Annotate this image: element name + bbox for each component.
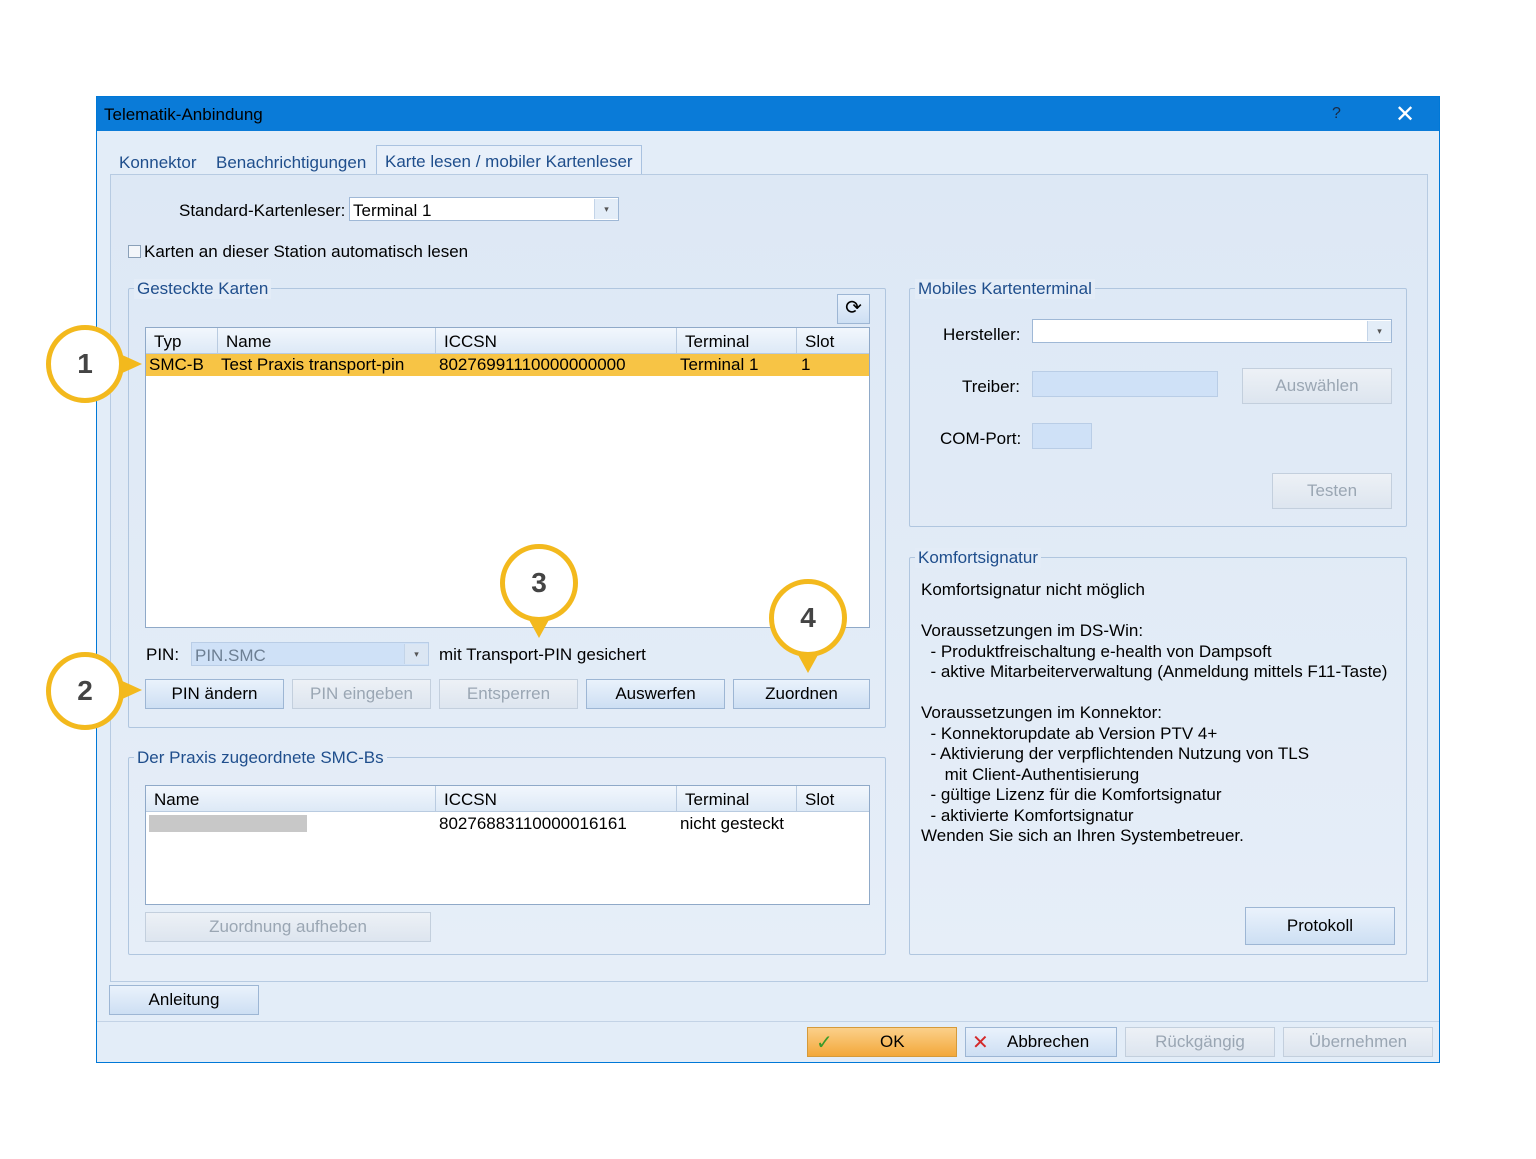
chevron-down-icon: ▾ bbox=[594, 199, 618, 219]
comfort-signature-text: Komfortsignatur nicht möglich Voraussetz… bbox=[921, 580, 1401, 847]
comfort-line bbox=[921, 601, 1401, 622]
apply-button[interactable]: Übernehmen bbox=[1283, 1027, 1433, 1057]
inserted-cards-title: Gesteckte Karten bbox=[134, 279, 272, 299]
protocol-button[interactable]: Protokoll bbox=[1245, 907, 1395, 945]
com-port-label: COM-Port: bbox=[940, 429, 1022, 448]
assigned-smcb-table[interactable]: Name ICCSN Terminal Slot 802768831100000… bbox=[145, 785, 870, 905]
cell-typ: SMC-B bbox=[149, 355, 204, 374]
help-icon[interactable]: ? bbox=[1332, 105, 1341, 123]
cell-iccsn: 80276991110000000000 bbox=[439, 355, 626, 374]
refresh-icon: ⟳ bbox=[845, 297, 862, 319]
unlock-button[interactable]: Entsperren bbox=[439, 679, 578, 709]
col-header-iccsn[interactable]: ICCSN bbox=[436, 328, 677, 354]
manufacturer-label: Hersteller: bbox=[943, 325, 1021, 344]
comfort-line: - Aktivierung der verpflichtenden Nutzun… bbox=[921, 744, 1310, 763]
window-title: Telematik-Anbindung bbox=[104, 105, 263, 124]
select-driver-button[interactable]: Auswählen bbox=[1242, 368, 1392, 404]
callout-2: 2 bbox=[46, 652, 124, 730]
callout-4: 4 bbox=[769, 579, 847, 657]
pin-status-text: mit Transport-PIN gesichert bbox=[439, 645, 646, 664]
cell-iccsn: 80276883110000016161 bbox=[439, 814, 627, 833]
comfort-line: Wenden Sie sich an Ihren Systembetreuer. bbox=[921, 826, 1244, 845]
col-header-slot[interactable]: Slot bbox=[797, 786, 869, 812]
com-port-field[interactable] bbox=[1032, 423, 1092, 449]
table-row[interactable]: SMC-B Test Praxis transport-pin 80276991… bbox=[146, 354, 869, 376]
chevron-down-icon: ▾ bbox=[404, 644, 428, 664]
undo-button[interactable]: Rückgängig bbox=[1125, 1027, 1275, 1057]
comfort-line: - gültige Lizenz für die Komfortsignatur bbox=[921, 785, 1222, 804]
callout-3: 3 bbox=[500, 544, 578, 622]
comfort-line: - aktive Mitarbeiterverwaltung (Anmeldun… bbox=[921, 662, 1388, 681]
col-header-typ[interactable]: Typ bbox=[146, 328, 218, 354]
comfort-signature-title: Komfortsignatur bbox=[915, 548, 1041, 568]
col-header-terminal[interactable]: Terminal bbox=[677, 786, 797, 812]
callout-4-pointer bbox=[797, 653, 819, 673]
assigned-smcb-title: Der Praxis zugeordnete SMC-Bs bbox=[134, 748, 387, 768]
table-row[interactable]: 80276883110000016161 nicht gesteckt bbox=[146, 812, 869, 834]
cell-terminal: nicht gesteckt bbox=[680, 814, 784, 833]
manufacturer-select[interactable]: ▾ bbox=[1032, 319, 1392, 343]
card-reader-value: Terminal 1 bbox=[353, 201, 432, 220]
enter-pin-button[interactable]: PIN eingeben bbox=[292, 679, 431, 709]
comfort-line: Komfortsignatur nicht möglich bbox=[921, 580, 1145, 599]
unassign-button[interactable]: Zuordnung aufheben bbox=[145, 912, 431, 942]
tab-karte-lesen[interactable]: Karte lesen / mobiler Kartenleser bbox=[376, 145, 642, 175]
manual-button[interactable]: Anleitung bbox=[109, 985, 259, 1015]
cell-slot: 1 bbox=[801, 355, 811, 374]
assign-button[interactable]: Zuordnen bbox=[733, 679, 870, 709]
checkmark-icon: ✓ bbox=[816, 1032, 833, 1054]
col-header-slot[interactable]: Slot bbox=[797, 328, 869, 354]
cell-terminal: Terminal 1 bbox=[680, 355, 759, 374]
footer-divider bbox=[97, 1021, 1439, 1022]
col-header-terminal[interactable]: Terminal bbox=[677, 328, 797, 354]
card-reader-select[interactable]: Terminal 1 ▾ bbox=[349, 197, 619, 221]
comfort-line: - Produktfreischaltung e-health von Damp… bbox=[921, 641, 1272, 661]
comfort-line bbox=[921, 683, 1401, 704]
cancel-button[interactable]: ✕ Abbrechen bbox=[965, 1027, 1117, 1057]
ok-label: OK bbox=[880, 1032, 905, 1051]
mobile-terminal-title: Mobiles Kartenterminal bbox=[915, 279, 1095, 299]
dialog-window: Telematik-Anbindung ? ✕ Konnektor Benach… bbox=[96, 96, 1440, 1063]
pin-value: PIN.SMC bbox=[195, 646, 266, 665]
comfort-line: mit Client-Authentisierung bbox=[921, 764, 1140, 784]
eject-button[interactable]: Auswerfen bbox=[586, 679, 725, 709]
callout-1-pointer bbox=[120, 354, 142, 374]
redacted-name bbox=[149, 815, 307, 832]
chevron-down-icon: ▾ bbox=[1367, 321, 1391, 341]
callout-1: 1 bbox=[46, 325, 124, 403]
cancel-label: Abbrechen bbox=[1007, 1032, 1090, 1051]
comfort-line: - aktivierte Komfortsignatur bbox=[921, 805, 1134, 825]
col-header-name[interactable]: Name bbox=[146, 786, 436, 812]
test-button[interactable]: Testen bbox=[1272, 473, 1392, 509]
close-icon[interactable]: ✕ bbox=[1395, 100, 1415, 129]
cell-name: Test Praxis transport-pin bbox=[221, 355, 405, 374]
auto-read-label: Karten an dieser Station automatisch les… bbox=[144, 242, 469, 261]
tab-konnektor[interactable]: Konnektor bbox=[119, 153, 197, 173]
close-x-icon: ✕ bbox=[972, 1032, 989, 1054]
ok-button[interactable]: ✓ OK bbox=[807, 1027, 957, 1057]
title-bar: Telematik-Anbindung ? ✕ bbox=[97, 97, 1439, 131]
col-header-iccsn[interactable]: ICCSN bbox=[436, 786, 677, 812]
callout-2-pointer bbox=[120, 680, 142, 700]
pin-label: PIN: bbox=[146, 645, 180, 664]
comfort-line: - Konnektorupdate ab Version PTV 4+ bbox=[921, 723, 1218, 743]
comfort-line: Voraussetzungen im DS-Win: bbox=[921, 621, 1144, 640]
refresh-button[interactable]: ⟳ bbox=[837, 294, 870, 324]
callout-3-pointer bbox=[528, 618, 550, 638]
driver-label: Treiber: bbox=[962, 377, 1020, 396]
driver-field[interactable] bbox=[1032, 371, 1218, 397]
comfort-line: Voraussetzungen im Konnektor: bbox=[921, 703, 1162, 722]
tab-benachrichtigungen[interactable]: Benachrichtigungen bbox=[216, 153, 366, 173]
change-pin-button[interactable]: PIN ändern bbox=[145, 679, 284, 709]
auto-read-checkbox[interactable] bbox=[128, 245, 141, 258]
col-header-name[interactable]: Name bbox=[218, 328, 436, 354]
card-reader-label: Standard-Kartenleser: bbox=[179, 201, 346, 220]
pin-select[interactable]: PIN.SMC ▾ bbox=[191, 642, 429, 666]
